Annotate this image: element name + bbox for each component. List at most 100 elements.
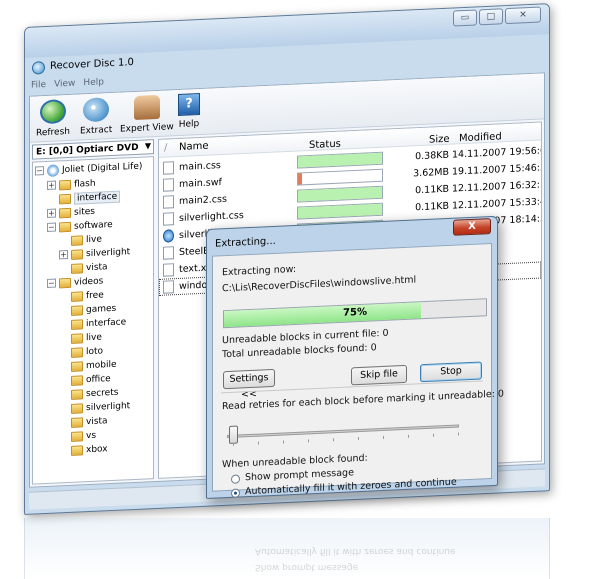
folder-icon	[71, 416, 83, 428]
minimize-button[interactable]: ▭	[453, 9, 477, 27]
file-status-bar	[297, 202, 383, 220]
refresh-button[interactable]: Refresh	[36, 99, 70, 139]
slider-tick	[358, 437, 359, 441]
tree-item[interactable]: free	[71, 288, 104, 302]
folder-icon	[59, 193, 71, 204]
tree-item[interactable]: games	[71, 302, 116, 317]
collapse-icon[interactable]: −	[35, 166, 44, 176]
help-label: Help	[178, 119, 200, 130]
retries-slider-track[interactable]	[227, 424, 459, 439]
slider-tick	[308, 439, 309, 443]
file-name: main2.css	[179, 193, 227, 207]
tree-item[interactable]: silverlight	[71, 399, 130, 415]
close-button[interactable]: ✕	[505, 6, 541, 25]
folder-icon	[59, 179, 71, 190]
tree-item[interactable]: − videos	[47, 274, 103, 290]
tree-item[interactable]: loto	[71, 344, 103, 358]
file-name: silverlight.css	[179, 210, 244, 224]
file-icon	[163, 263, 174, 277]
maximize-button[interactable]: □	[479, 8, 503, 26]
column-status[interactable]: Status	[309, 139, 341, 151]
tree-item[interactable]: secrets	[71, 386, 118, 401]
file-size: 0.38KB	[415, 149, 449, 163]
close-icon: ✕	[519, 10, 527, 21]
refresh-icon	[40, 99, 66, 125]
tree-root[interactable]: − Joliet (Digital Life)	[35, 160, 142, 178]
extract-button[interactable]: Extract	[80, 97, 112, 136]
retries-slider-thumb[interactable]	[229, 425, 238, 444]
folder-icon	[71, 402, 83, 414]
file-modified: 12.11.2007 15:33:44	[452, 196, 542, 212]
slider-tick	[383, 435, 384, 439]
tree-item[interactable]: vista	[71, 260, 108, 275]
collapse-icon[interactable]: −	[47, 278, 56, 288]
column-name[interactable]: Name	[179, 141, 209, 153]
file-name: main.css	[179, 160, 221, 173]
file-size: 0.11KB	[415, 200, 449, 214]
tree-item[interactable]: + sites	[47, 205, 95, 220]
file-size: 0.11KB	[415, 183, 449, 197]
folder-icon	[71, 304, 83, 316]
tree-item[interactable]: vista	[71, 414, 108, 429]
settings-button[interactable]: Settings <<	[223, 368, 275, 400]
tree-item[interactable]: live	[71, 232, 102, 246]
stop-button[interactable]: Stop	[420, 361, 482, 383]
retries-label: Read retries for each block before marki…	[222, 388, 504, 413]
skip-file-button[interactable]: Skip file	[351, 364, 407, 386]
folder-icon	[59, 221, 71, 232]
radio-auto-fill[interactable]	[231, 488, 240, 498]
dialog-title: Extracting...	[215, 235, 276, 250]
file-modified: 14.11.2007 19:56:04	[452, 145, 542, 161]
refresh-label: Refresh	[36, 126, 70, 139]
tree-item[interactable]: + flash	[47, 177, 96, 192]
menu-view[interactable]: View	[54, 79, 75, 95]
slider-tick	[333, 438, 334, 442]
expand-icon[interactable]: +	[59, 250, 68, 260]
menu-help[interactable]: Help	[83, 77, 104, 93]
folder-icon	[71, 360, 83, 372]
tree-item[interactable]: − software	[47, 218, 113, 234]
expand-icon[interactable]: +	[47, 208, 56, 218]
folder-icon	[59, 207, 71, 218]
status-fill	[298, 203, 382, 219]
app-disc-icon	[32, 61, 45, 75]
column-modified[interactable]: Modified	[459, 131, 502, 144]
column-size[interactable]: Size	[429, 134, 450, 146]
tree-item[interactable]: interface	[71, 315, 126, 331]
file-icon	[163, 161, 174, 175]
file-icon	[163, 280, 174, 294]
radio-show-prompt[interactable]	[231, 474, 240, 484]
expert-view-label: Expert View	[120, 122, 174, 135]
folder-icon	[71, 346, 83, 358]
expert-view-icon	[133, 94, 160, 121]
dialog-close-button[interactable]: X	[453, 218, 491, 236]
cd-icon	[47, 163, 59, 177]
extracting-dialog: Extracting... X Extracting now: C:\Lis\R…	[206, 215, 504, 499]
folder-icon	[71, 248, 83, 260]
tree-item[interactable]: live	[71, 330, 102, 344]
chevron-down-icon: ▼	[144, 141, 151, 151]
tree-item[interactable]: xbox	[71, 442, 108, 457]
status-fill	[298, 173, 303, 185]
expand-icon[interactable]: +	[47, 180, 56, 190]
file-status-bar	[297, 151, 383, 169]
window-title: Recover Disc 1.0	[50, 57, 134, 72]
file-icon	[163, 246, 174, 260]
file-modified: 12.11.2007 16:32:16	[452, 179, 542, 195]
extract-progress-bar: 75%	[223, 298, 487, 329]
tree-item[interactable]: mobile	[71, 358, 117, 373]
collapse-icon[interactable]: −	[47, 222, 56, 232]
file-icon	[163, 195, 174, 209]
menu-file[interactable]: File	[31, 80, 46, 96]
folder-icon	[71, 332, 83, 344]
file-icon	[163, 178, 174, 192]
file-status-bar	[297, 185, 383, 203]
tree-item[interactable]: + silverlight	[59, 245, 130, 261]
tree-item[interactable]: vs	[71, 429, 96, 443]
slider-tick	[233, 442, 234, 446]
tree-item[interactable]: office	[71, 372, 111, 387]
tree-item[interactable]: interface	[59, 190, 121, 206]
expert-view-button[interactable]: Expert View	[120, 94, 174, 135]
folder-icon	[71, 430, 83, 442]
help-button[interactable]: ? Help	[178, 93, 200, 130]
